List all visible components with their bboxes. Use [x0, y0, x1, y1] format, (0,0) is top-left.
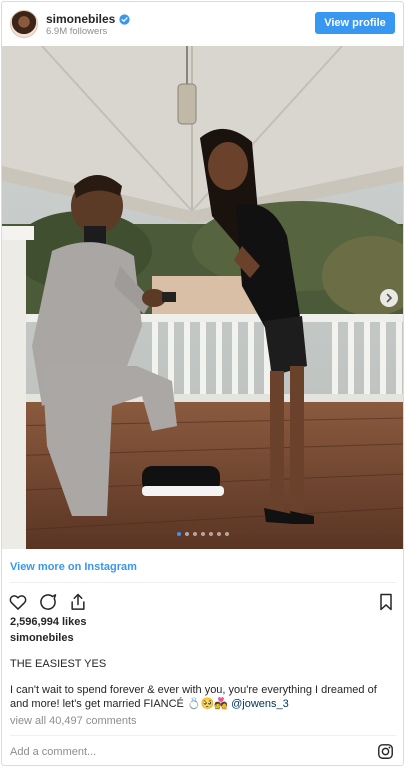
carousel-dot — [216, 532, 221, 536]
divider — [10, 582, 396, 583]
carousel-dot — [176, 532, 181, 536]
avatar[interactable] — [10, 10, 38, 38]
like-count[interactable]: 2,596,994 likes — [10, 616, 86, 628]
carousel-indicator — [2, 532, 403, 536]
heart-icon[interactable] — [8, 592, 28, 612]
caption-text: I can't wait to spend forever & ever wit… — [10, 684, 377, 710]
carousel-dot — [184, 532, 189, 536]
view-profile-button[interactable]: View profile — [315, 12, 395, 34]
carousel-dot — [200, 532, 205, 536]
verified-badge-icon — [119, 13, 130, 25]
caption-title: THE EASIEST YES — [10, 658, 107, 670]
caption-username[interactable]: simonebiles — [10, 632, 74, 644]
share-icon[interactable] — [68, 592, 88, 612]
chevron-right-icon — [386, 293, 393, 303]
view-more-link[interactable]: View more on Instagram — [10, 561, 137, 573]
action-bar — [8, 592, 88, 612]
carousel-dot — [192, 532, 197, 536]
post-header: simonebiles 6.9M followers View profile — [2, 2, 403, 46]
username-row: simonebiles — [46, 12, 130, 26]
follower-count: 6.9M followers — [46, 26, 108, 37]
post-photo[interactable] — [2, 46, 403, 549]
carousel-dot — [224, 532, 229, 536]
view-all-comments-link[interactable]: view all 40,497 comments — [10, 715, 137, 727]
add-comment-field[interactable]: Add a comment... — [10, 746, 96, 758]
proposal-photo-illustration — [2, 46, 403, 549]
username[interactable]: simonebiles — [46, 12, 115, 26]
bookmark-button[interactable] — [377, 592, 395, 612]
carousel-dot — [208, 532, 213, 536]
instagram-icon[interactable] — [377, 743, 394, 760]
divider — [10, 735, 396, 736]
caption-body: I can't wait to spend forever & ever wit… — [10, 683, 398, 711]
carousel-next-button[interactable] — [380, 289, 398, 307]
bookmark-icon — [380, 593, 392, 611]
comment-icon[interactable] — [38, 592, 58, 612]
mention-link[interactable]: @jowens_3 — [231, 698, 289, 710]
instagram-embed-card: simonebiles 6.9M followers View profile — [1, 1, 404, 766]
